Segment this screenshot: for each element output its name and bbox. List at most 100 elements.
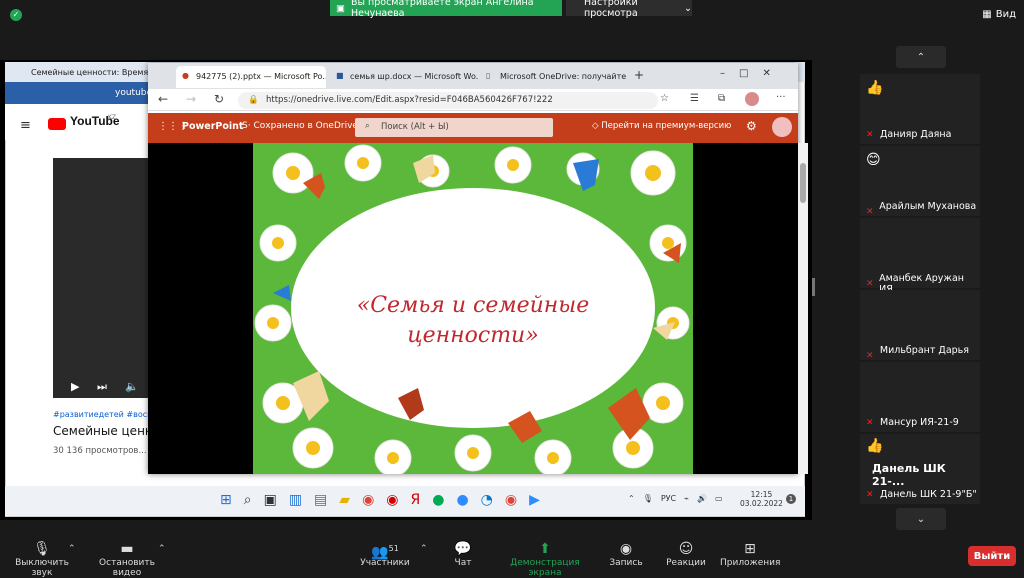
apps-icon: ⊞ [744,541,756,557]
language-indicator[interactable]: РУС [661,494,676,503]
window-controls[interactable]: –□✕ [720,68,785,79]
mic-off-icon: ✕ [866,417,874,428]
participants-button[interactable]: 👥51 Участники [358,540,412,568]
participant-tile[interactable]: 👍 Данель ШК 21-... ✕ Данель ШК 21-9"Б" [860,434,980,504]
reactions-button[interactable]: ☺ Реакции [664,540,708,568]
powerpoint-icon: ● [182,71,189,80]
play-icon[interactable]: ▶ [71,380,79,393]
volume-icon[interactable]: 🔈 [125,380,139,393]
chevron-up-icon: ⌃ [916,51,926,63]
participant-name: Мансур ИЯ-21-9 [880,417,959,428]
more-icon[interactable]: ··· [776,92,786,103]
audio-options-chevron-icon[interactable]: ⌃ [68,544,76,554]
search-icon[interactable]: ⌕ [244,492,252,508]
participant-tile[interactable]: ✕Аманбек Аружан ИЯ... [860,218,980,295]
background-address-bar[interactable]: youtube [5,82,152,104]
share-banner-text: Вы просматриваете экран Ангелина Нечунае… [350,0,534,19]
favorites-star-icon[interactable]: ☆ [660,93,669,104]
settings-gear-icon[interactable]: ⚙ [746,119,757,133]
powerpoint-app-name[interactable]: PowerPoint [182,121,243,132]
battery-icon[interactable]: ▭ [715,494,723,503]
chat-label: Чат [454,558,472,568]
share-screen-label: Демонстрация экрана [510,558,580,578]
view-button[interactable]: ▦ Вид [982,9,1016,20]
search-input[interactable]: ⌕ Поиск (Alt + Ы) [355,118,553,137]
address-bar[interactable]: 🔒 https://onedrive.live.com/Edit.aspx?re… [238,92,658,109]
chat-icon: 💬 [454,541,472,557]
apps-button[interactable]: ⊞ Приложения [720,540,780,568]
participants-options-chevron-icon[interactable]: ⌃ [420,544,428,554]
tab-powerpoint[interactable]: ● 942775 (2).pptx — Microsoft Po... [176,66,326,88]
chrome-icon[interactable]: ◉ [505,492,517,508]
panel-resize-handle[interactable] [812,278,815,296]
forward-icon[interactable]: → [186,92,196,106]
refresh-icon[interactable]: ↻ [214,92,224,106]
new-tab-icon[interactable]: + [634,68,644,82]
chevron-down-icon: ⌄ [684,2,692,14]
view-settings-button[interactable]: Настройки просмотра ⌄ [566,0,692,19]
view-button-label: Вид [995,9,1016,20]
participant-tile[interactable]: ✕ Мансур ИЯ-21-9 [860,362,980,432]
speaker-icon[interactable]: 🔊 [697,494,707,503]
slide-title-line2: ценности» [407,323,539,348]
premium-link[interactable]: ◇ Перейти на премиум-версию [592,121,731,131]
participants-scroll-down-button[interactable]: ⌄ [896,508,946,530]
tab-word[interactable]: ■ семья шр.docx — Microsoft Wo... [330,66,478,88]
save-status[interactable]: S· Сохранено в OneDrive ⌄ [242,121,368,131]
youtube-logo-icon[interactable] [48,118,66,130]
reaction-icon: 👍 [866,438,884,454]
participant-tile[interactable]: ✕Мильбрант Дарья ... [860,290,980,367]
chevron-down-icon: ⌄ [916,513,926,525]
user-avatar[interactable] [772,117,792,137]
save-status-label: Сохранено в OneDrive [253,121,358,131]
url-text: https://onedrive.live.com/Edit.aspx?resi… [266,95,553,105]
yandex-icon[interactable]: Я [411,492,421,508]
shield-icon[interactable]: ✓ [10,9,22,21]
notification-badge[interactable]: 1 [786,494,796,504]
participant-tile[interactable]: 👍 ✕ Данияр Даяна [860,74,980,144]
share-screen-button[interactable]: ⬆ Демонстрация экрана [496,540,594,578]
chevron-up-icon[interactable]: ⌃ [628,494,635,503]
video-options-chevron-icon[interactable]: ⌃ [158,544,166,554]
teams-chat-icon[interactable]: ▤ [314,492,327,508]
record-button[interactable]: ◉ Запись [606,540,646,568]
clock-time: 12:15 [750,490,773,499]
next-icon[interactable]: ⏭ [97,380,107,394]
share-banner[interactable]: ▣ Вы просматриваете экран Ангелина Нечун… [330,0,562,19]
back-icon[interactable]: ← [158,92,168,106]
scrollbar-thumb[interactable] [800,163,806,203]
task-view-icon[interactable]: ▣ [264,492,277,508]
tab-onedrive[interactable]: ▯ Microsoft OneDrive: получайте... [480,66,626,88]
app-icon[interactable]: ● [432,492,444,508]
windows-start-icon[interactable]: ⊞ [220,492,232,508]
edge-icon[interactable]: ◔ [481,492,493,508]
participants-scroll-up-button[interactable]: ⌃ [896,46,946,68]
zoom-icon[interactable]: ● [456,492,468,508]
vertical-scrollbar[interactable] [798,143,808,474]
slide[interactable]: «Семья и семейные ценности» [253,143,693,474]
hamburger-menu-icon[interactable]: ≡ [20,118,31,133]
share-icon[interactable]: ▶ [529,492,540,508]
file-explorer-icon[interactable]: ▰ [339,492,350,508]
stop-video-button[interactable]: ▬ Остановить видео [86,540,168,578]
leave-button[interactable]: Выйти [968,546,1016,566]
widgets-icon[interactable]: ▥ [289,492,302,508]
stop-video-label: Остановить видео [99,558,155,578]
youtube-video-player[interactable]: ▶ ⏭ 🔈 [53,158,150,398]
participant-tile[interactable]: 😊 ✕Арайлым Муханова ... [860,146,980,223]
opera-icon[interactable]: ◉ [386,492,398,508]
tab-label: семья шр.docx — Microsoft Wo... [350,72,478,81]
tab-label: 942775 (2).pptx — Microsoft Po... [196,72,326,81]
system-tray: ⌃ 🎙 РУС ⌁ 🔊 ▭ [628,494,723,503]
profile-avatar[interactable] [745,92,759,106]
microphone-icon[interactable]: 🎙 [643,494,653,503]
collections-icon[interactable]: ☰ [690,93,699,104]
chat-button[interactable]: 💬 Чат [446,540,480,568]
chrome-icon[interactable]: ◉ [362,492,374,508]
mic-off-icon: ✕ [866,279,874,289]
premium-link-label: Перейти на премиум-версию [601,121,732,131]
mute-label: Выключить звук [15,558,69,578]
clock[interactable]: 12:15 03.02.2022 [740,490,783,508]
extensions-icon[interactable]: ⧉ [718,93,725,104]
network-icon[interactable]: ⌁ [684,494,689,503]
